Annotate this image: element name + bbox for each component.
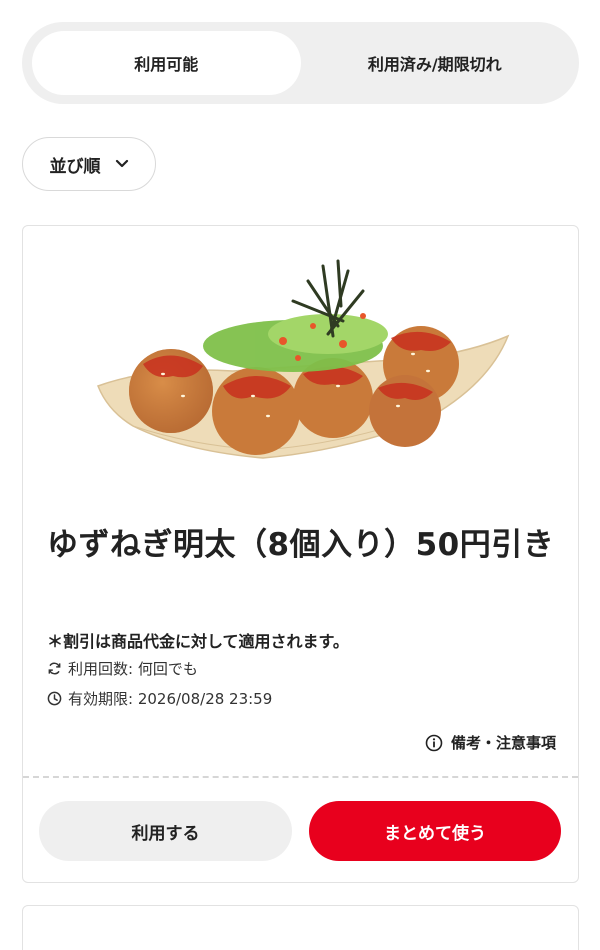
expiry-date-text: 有効期限: 2026/08/28 23:59 bbox=[68, 690, 273, 708]
coupon-card: ゆずねぎ明太（8個入り）50円引き ＊割引は商品代金に対して適用されます。 利用… bbox=[22, 225, 579, 883]
product-image bbox=[97, 259, 510, 459]
refresh-icon bbox=[48, 662, 61, 675]
sort-button[interactable]: 並び順 bbox=[22, 137, 156, 191]
remarks-link[interactable]: 備考・注意事項 bbox=[425, 732, 556, 753]
coupon-title: ゆずねぎ明太（8個入り）50円引き bbox=[47, 527, 555, 563]
status-tabs: 利用可能 利用済み/期限切れ bbox=[22, 22, 579, 104]
expiry-date: 有効期限: 2026/08/28 23:59 bbox=[47, 688, 272, 709]
clock-icon bbox=[47, 691, 62, 706]
discount-note: ＊割引は商品代金に対して適用されます。 bbox=[47, 632, 349, 651]
next-coupon-card bbox=[22, 905, 579, 950]
remarks-label: 備考・注意事項 bbox=[450, 734, 556, 752]
tab-used-expired[interactable]: 利用済み/期限切れ bbox=[301, 31, 570, 95]
use-button[interactable]: 利用する bbox=[39, 801, 292, 861]
usage-count-text: 利用回数: 何回でも bbox=[68, 660, 198, 678]
usage-count: 利用回数: 何回でも bbox=[47, 658, 198, 679]
tab-available[interactable]: 利用可能 bbox=[32, 31, 301, 95]
sort-label: 並び順 bbox=[49, 156, 101, 177]
bulk-use-button[interactable]: まとめて使う bbox=[309, 801, 561, 861]
chevron-down-icon bbox=[115, 159, 128, 168]
dashed-divider bbox=[23, 776, 578, 778]
info-icon bbox=[425, 734, 443, 751]
